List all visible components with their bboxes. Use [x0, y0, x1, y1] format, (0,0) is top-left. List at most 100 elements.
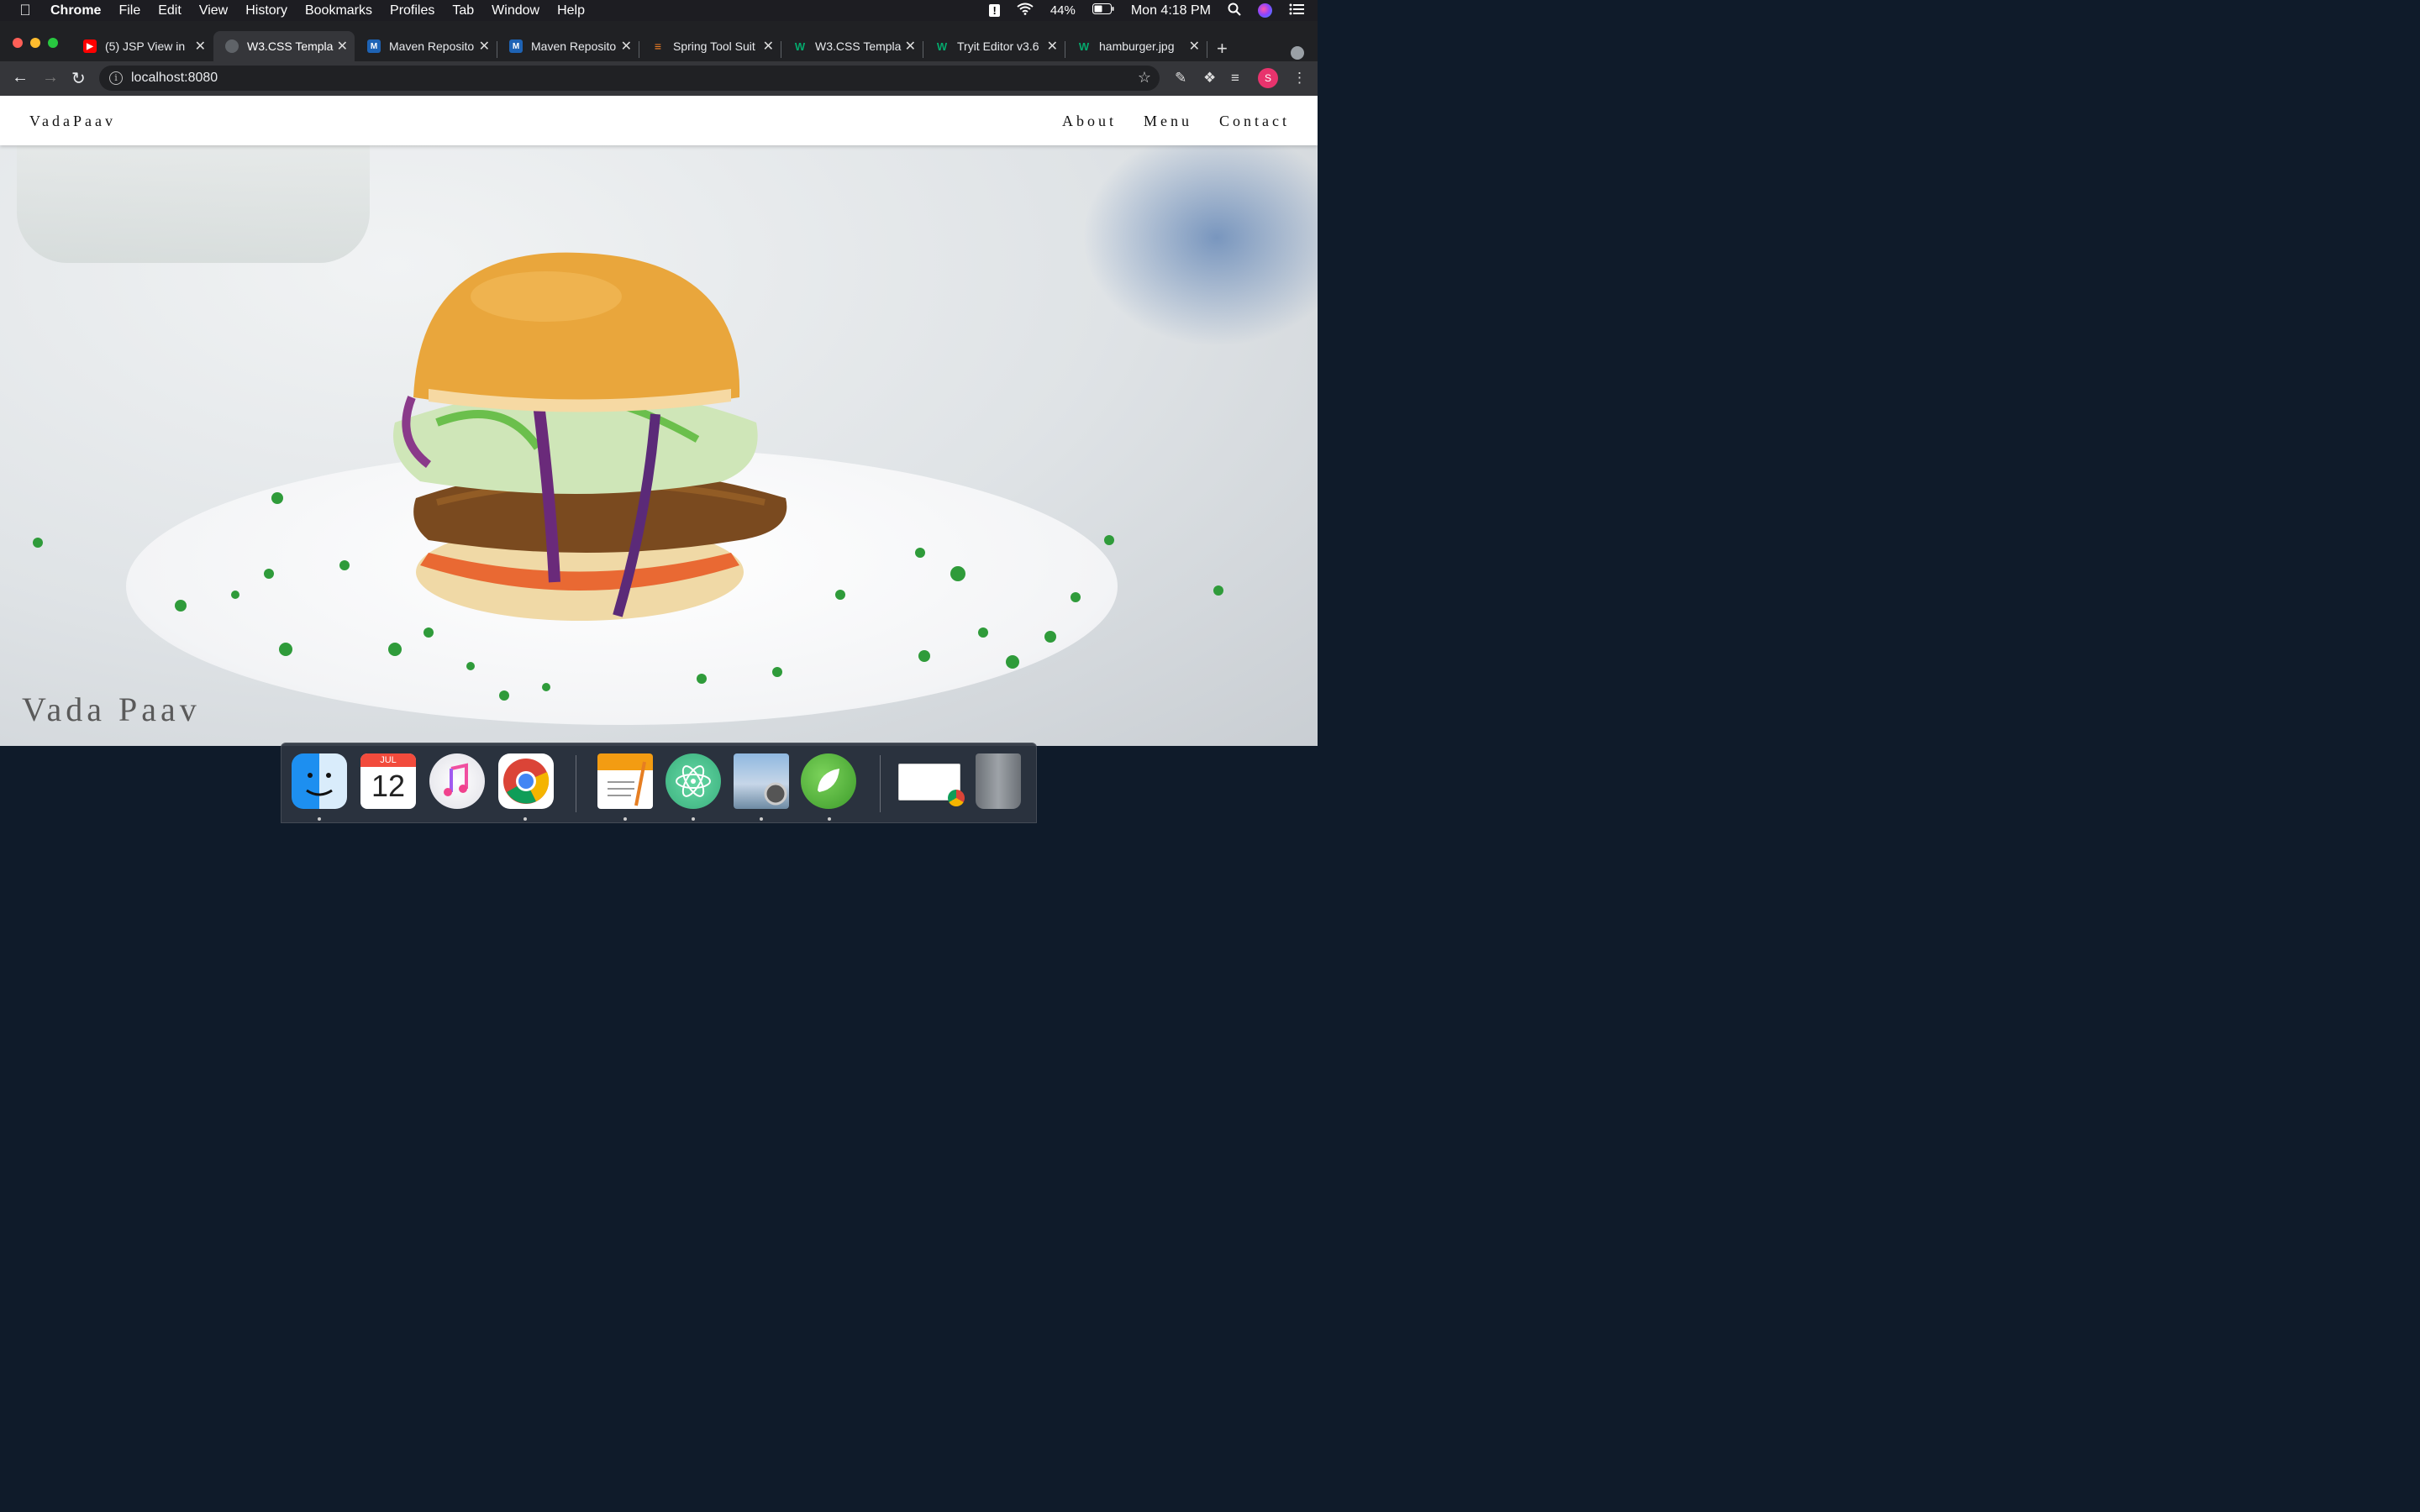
preview-icon[interactable]	[734, 753, 789, 809]
profile-avatar[interactable]: S	[1258, 68, 1278, 88]
tab-title: W3.CSS Templa	[247, 39, 334, 53]
tab-search-chevron-icon[interactable]	[1291, 46, 1304, 60]
tab-w3css-template-2[interactable]: W W3.CSS Templa ✕	[781, 31, 923, 61]
close-window-button[interactable]	[13, 38, 23, 48]
running-indicator	[760, 817, 763, 821]
extensions-puzzle-icon[interactable]: ❖	[1203, 70, 1216, 87]
reload-icon[interactable]: ↻	[71, 68, 86, 89]
site-brand-link[interactable]: VadaPaav	[29, 113, 116, 130]
menu-edit[interactable]: Edit	[158, 3, 182, 18]
running-indicator	[692, 817, 695, 821]
menu-profiles[interactable]: Profiles	[390, 3, 434, 18]
tab-strip: ▶ (5) JSP View in ✕ W3.CSS Templa ✕ M Ma…	[0, 28, 1318, 61]
running-indicator	[523, 817, 527, 821]
tab-w3css-template-active[interactable]: W3.CSS Templa ✕	[213, 31, 355, 61]
tab-hamburger-jpg[interactable]: W hamburger.jpg ✕	[1065, 31, 1207, 61]
notification-center-icon[interactable]	[1289, 3, 1304, 18]
hero-image: Vada Paav	[0, 145, 1318, 746]
burger-illustration	[33, 252, 1223, 701]
running-indicator	[623, 817, 627, 821]
battery-icon[interactable]	[1092, 3, 1114, 18]
nav-link-contact[interactable]: Contact	[1219, 113, 1290, 130]
stackoverflow-icon: ≡	[654, 39, 662, 53]
menu-view[interactable]: View	[199, 3, 228, 18]
window-thumbnail-icon[interactable]	[898, 764, 965, 806]
zoom-window-button[interactable]	[48, 38, 58, 48]
chrome-icon[interactable]	[498, 753, 554, 809]
spotlight-search-icon[interactable]	[1228, 3, 1241, 19]
tab-title: Spring Tool Suit	[673, 39, 755, 53]
macos-menubar:  Chrome File Edit View History Bookmark…	[0, 0, 1318, 21]
chrome-badge-icon	[948, 790, 965, 806]
close-tab-icon[interactable]: ✕	[763, 38, 774, 55]
close-tab-icon[interactable]: ✕	[1189, 38, 1200, 55]
hero-caption: Vada Paav	[22, 690, 201, 728]
site-navbar: VadaPaav About Menu Contact	[0, 96, 1318, 145]
running-indicator	[318, 817, 321, 821]
back-arrow-icon[interactable]: ←	[12, 68, 29, 87]
globe-icon	[225, 39, 239, 53]
dock-separator	[880, 755, 881, 812]
youtube-icon: ▶	[83, 39, 97, 53]
chrome-menu-kebab-icon[interactable]: ⋮	[1292, 70, 1307, 87]
menubar-clock[interactable]: Mon 4:18 PM	[1131, 3, 1211, 18]
close-tab-icon[interactable]: ✕	[337, 38, 348, 55]
new-tab-plus-icon[interactable]: +	[1217, 38, 1228, 60]
notification-icon[interactable]: !	[989, 4, 1000, 17]
running-indicator	[828, 817, 831, 821]
tab-maven-repository-1[interactable]: M Maven Reposito ✕	[355, 31, 497, 61]
close-tab-icon[interactable]: ✕	[905, 38, 916, 55]
spring-icon[interactable]	[801, 753, 856, 809]
close-tab-icon[interactable]: ✕	[479, 38, 490, 55]
close-tab-icon[interactable]: ✕	[1047, 38, 1058, 55]
battery-percent: 44%	[1050, 3, 1076, 18]
nav-link-menu[interactable]: Menu	[1144, 113, 1192, 130]
mvn-icon: M	[509, 39, 523, 53]
reading-list-icon[interactable]: ≡	[1231, 70, 1239, 87]
address-bar-url[interactable]: localhost:8080	[131, 71, 218, 86]
trash-icon[interactable]	[976, 753, 1021, 809]
macos-dock: JUL 12	[281, 743, 1037, 823]
atom-icon[interactable]	[666, 753, 721, 809]
mvn-icon: M	[367, 39, 381, 53]
site-info-icon[interactable]: i	[109, 71, 123, 85]
menu-help[interactable]: Help	[557, 3, 585, 18]
bookmark-star-icon[interactable]: ☆	[1138, 69, 1151, 87]
menu-tab[interactable]: Tab	[452, 3, 474, 18]
tab-title: hamburger.jpg	[1099, 39, 1175, 53]
minimize-window-button[interactable]	[30, 38, 40, 48]
tab-title: W3.CSS Templa	[815, 39, 902, 53]
tab-spring-tool-suite[interactable]: ≡ Spring Tool Suit ✕	[639, 31, 781, 61]
menu-app-name[interactable]: Chrome	[50, 3, 101, 18]
w3schools-icon: W	[936, 39, 948, 53]
calendar-icon[interactable]: JUL 12	[360, 753, 416, 809]
close-tab-icon[interactable]: ✕	[195, 38, 206, 55]
calendar-day: 12	[371, 769, 406, 803]
tab-title: Tryit Editor v3.6	[957, 39, 1039, 53]
calendar-month: JUL	[360, 753, 416, 767]
extension-pen-icon[interactable]: ✎	[1175, 70, 1186, 87]
menu-history[interactable]: History	[245, 3, 287, 18]
music-icon[interactable]	[429, 753, 485, 809]
forward-arrow-icon[interactable]: →	[42, 68, 59, 87]
nav-link-about[interactable]: About	[1062, 113, 1117, 130]
tab-maven-repository-2[interactable]: M Maven Reposito ✕	[497, 31, 639, 61]
tab-title: Maven Reposito	[531, 39, 617, 53]
menu-file[interactable]: File	[118, 3, 140, 18]
w3schools-icon: W	[1078, 39, 1090, 53]
pages-icon[interactable]	[597, 753, 653, 809]
siri-icon[interactable]	[1258, 3, 1272, 18]
wifi-icon[interactable]	[1017, 3, 1034, 18]
menu-bookmarks[interactable]: Bookmarks	[305, 3, 372, 18]
browser-window: ▶ (5) JSP View in ✕ W3.CSS Templa ✕ M Ma…	[0, 21, 1318, 96]
tab-tryit-editor[interactable]: W Tryit Editor v3.6 ✕	[923, 31, 1065, 61]
apple-menu-icon[interactable]: 	[0, 2, 50, 19]
address-bar[interactable]: i localhost:8080 ☆	[99, 66, 1160, 91]
tab-title: Maven Reposito	[389, 39, 475, 53]
web-page: VadaPaav About Menu Contact Vada Paav	[0, 96, 1318, 746]
tab-jsp-view[interactable]: ▶ (5) JSP View in ✕	[71, 31, 213, 61]
menu-window[interactable]: Window	[492, 3, 539, 18]
finder-icon[interactable]	[292, 753, 347, 809]
close-tab-icon[interactable]: ✕	[621, 38, 632, 55]
tab-title: (5) JSP View in	[105, 39, 186, 53]
